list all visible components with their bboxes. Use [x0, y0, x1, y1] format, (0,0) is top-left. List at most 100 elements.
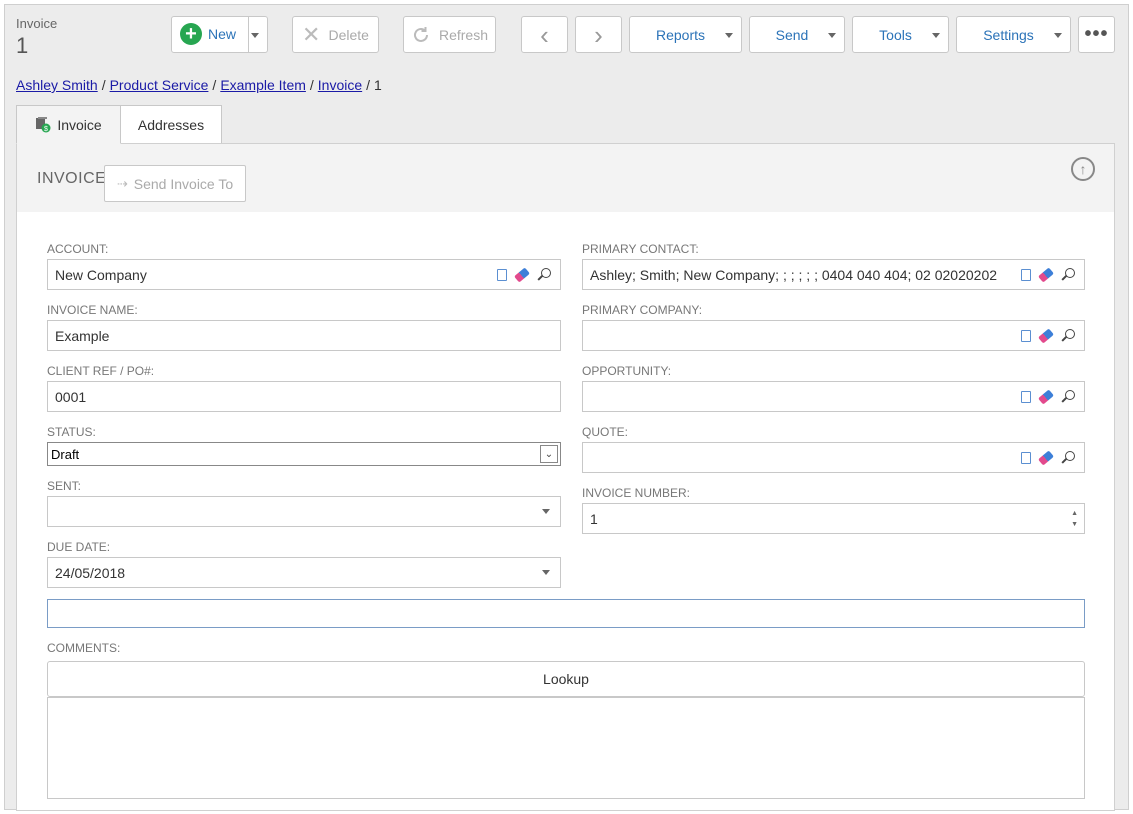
- breadcrumb-link-invoice[interactable]: Invoice: [318, 77, 362, 93]
- previous-record-button[interactable]: ‹: [521, 16, 568, 53]
- spin-down-icon[interactable]: ▼: [1071, 521, 1078, 528]
- section-header: INVOICE ⇢ Send Invoice To ↑: [17, 144, 1114, 212]
- split-divider: [248, 17, 249, 52]
- settings-button-label: Settings: [983, 26, 1034, 43]
- tools-button[interactable]: Tools: [852, 16, 949, 53]
- due-date-label: DUE DATE:: [47, 540, 111, 554]
- primary-contact-field[interactable]: Ashley; Smith; New Company; ; ; ; ; ; 04…: [582, 259, 1085, 290]
- clear-eraser-icon[interactable]: [1038, 327, 1054, 344]
- more-icon: •••: [1084, 23, 1109, 45]
- sent-date-picker[interactable]: [47, 496, 561, 527]
- delete-button-label: Delete: [328, 26, 369, 43]
- send-invoice-to-label: Send Invoice To: [133, 175, 234, 192]
- invoice-number-value: 1: [590, 510, 598, 527]
- collapse-up-icon[interactable]: ↑: [1071, 157, 1095, 181]
- new-dropdown-caret-icon[interactable]: [251, 33, 259, 38]
- section-title: INVOICE: [37, 170, 107, 187]
- status-value: Draft: [51, 446, 80, 462]
- status-label: STATUS:: [47, 425, 96, 439]
- breadcrumb-current: 1: [374, 77, 382, 93]
- send-button[interactable]: Send: [749, 16, 845, 53]
- open-record-icon[interactable]: [1021, 329, 1031, 342]
- opportunity-field[interactable]: [582, 381, 1085, 412]
- due-date-value: 24/05/2018: [55, 564, 126, 581]
- clear-eraser-icon[interactable]: [1038, 388, 1054, 405]
- tab-invoice-label: Invoice: [57, 116, 102, 133]
- quote-label: QUOTE:: [582, 425, 629, 439]
- spin-up-icon[interactable]: ▲: [1071, 510, 1078, 517]
- tools-button-label: Tools: [879, 26, 912, 43]
- breadcrumb-link-item[interactable]: Example Item: [220, 77, 306, 93]
- search-icon[interactable]: [1061, 267, 1076, 282]
- delete-button[interactable]: ✕ Delete: [292, 16, 379, 53]
- tab-addresses-label: Addresses: [137, 116, 205, 133]
- client-ref-value: 0001: [55, 388, 87, 405]
- chevron-down-icon: [725, 33, 733, 38]
- invoice-name-input[interactable]: Example: [47, 320, 561, 351]
- chevron-down-icon: [828, 33, 836, 38]
- close-icon: ✕: [302, 21, 321, 47]
- chevron-down-icon: [932, 33, 940, 38]
- primary-company-label: PRIMARY COMPANY:: [582, 303, 703, 317]
- new-button[interactable]: + New: [171, 16, 268, 53]
- primary-company-field[interactable]: [582, 320, 1085, 351]
- chevron-down-icon[interactable]: [542, 509, 550, 514]
- next-record-button[interactable]: ›: [575, 16, 622, 53]
- open-record-icon[interactable]: [1021, 390, 1031, 403]
- search-icon[interactable]: [1061, 389, 1076, 404]
- reports-button-label: Reports: [655, 26, 706, 43]
- reports-button[interactable]: Reports: [629, 16, 742, 53]
- account-label: ACCOUNT:: [47, 242, 109, 256]
- send-button-label: Send: [775, 26, 809, 43]
- client-ref-label: CLIENT REF / PO#:: [47, 364, 155, 378]
- search-icon[interactable]: [1061, 450, 1076, 465]
- invoice-window: Invoice 1 + New ✕ Delete Refresh ‹ › Rep…: [4, 4, 1129, 811]
- lookup-button[interactable]: Lookup: [47, 661, 1085, 697]
- plus-icon: +: [180, 23, 202, 45]
- refresh-button-label: Refresh: [438, 26, 489, 43]
- primary-contact-value: Ashley; Smith; New Company; ; ; ; ; ; 04…: [590, 266, 998, 283]
- refresh-icon: [411, 25, 431, 45]
- invoice-number-spinner[interactable]: 1 ▲ ▼: [582, 503, 1085, 534]
- invoice-name-value: Example: [55, 327, 110, 344]
- comments-label: COMMENTS:: [47, 641, 121, 655]
- invoice-icon: $: [35, 116, 51, 133]
- refresh-button[interactable]: Refresh: [403, 16, 496, 53]
- tab-invoice[interactable]: $ Invoice: [16, 105, 121, 144]
- breadcrumb-link-contact[interactable]: Ashley Smith: [16, 77, 98, 93]
- chevron-down-icon[interactable]: ⌄: [540, 445, 558, 463]
- send-invoice-to-button[interactable]: ⇢ Send Invoice To: [104, 165, 246, 202]
- client-ref-input[interactable]: 0001: [47, 381, 561, 412]
- search-icon[interactable]: [537, 267, 552, 282]
- tab-addresses[interactable]: Addresses: [120, 105, 222, 144]
- clear-eraser-icon[interactable]: [514, 266, 530, 283]
- record-number: 1: [16, 33, 29, 58]
- blank-input-field[interactable]: [47, 599, 1085, 628]
- primary-contact-label: PRIMARY CONTACT:: [582, 242, 699, 256]
- search-icon[interactable]: [1061, 328, 1076, 343]
- more-options-button[interactable]: •••: [1078, 16, 1115, 53]
- send-arrow-icon: ⇢: [116, 175, 128, 191]
- account-value: New Company: [55, 266, 147, 283]
- chevron-down-icon: [1054, 33, 1062, 38]
- record-type-label: Invoice: [16, 16, 58, 31]
- account-field[interactable]: New Company: [47, 259, 561, 290]
- chevron-right-icon: ›: [594, 19, 603, 50]
- clear-eraser-icon[interactable]: [1038, 266, 1054, 283]
- open-record-icon[interactable]: [1021, 268, 1031, 281]
- settings-button[interactable]: Settings: [956, 16, 1071, 53]
- invoice-name-label: INVOICE NAME:: [47, 303, 138, 317]
- status-select[interactable]: Draft ⌄: [47, 442, 561, 466]
- chevron-down-icon[interactable]: [542, 570, 550, 575]
- clear-eraser-icon[interactable]: [1038, 449, 1054, 466]
- breadcrumb-link-product-service[interactable]: Product Service: [110, 77, 209, 93]
- sent-label: SENT:: [47, 479, 82, 493]
- due-date-picker[interactable]: 24/05/2018: [47, 557, 561, 588]
- new-button-label: New: [208, 26, 237, 42]
- comments-textarea[interactable]: [47, 697, 1085, 799]
- open-record-icon[interactable]: [1021, 451, 1031, 464]
- open-record-icon[interactable]: [497, 268, 507, 281]
- quote-field[interactable]: [582, 442, 1085, 473]
- opportunity-label: OPPORTUNITY:: [582, 364, 672, 378]
- breadcrumb: Ashley Smith / Product Service / Example Ite…: [16, 77, 382, 93]
